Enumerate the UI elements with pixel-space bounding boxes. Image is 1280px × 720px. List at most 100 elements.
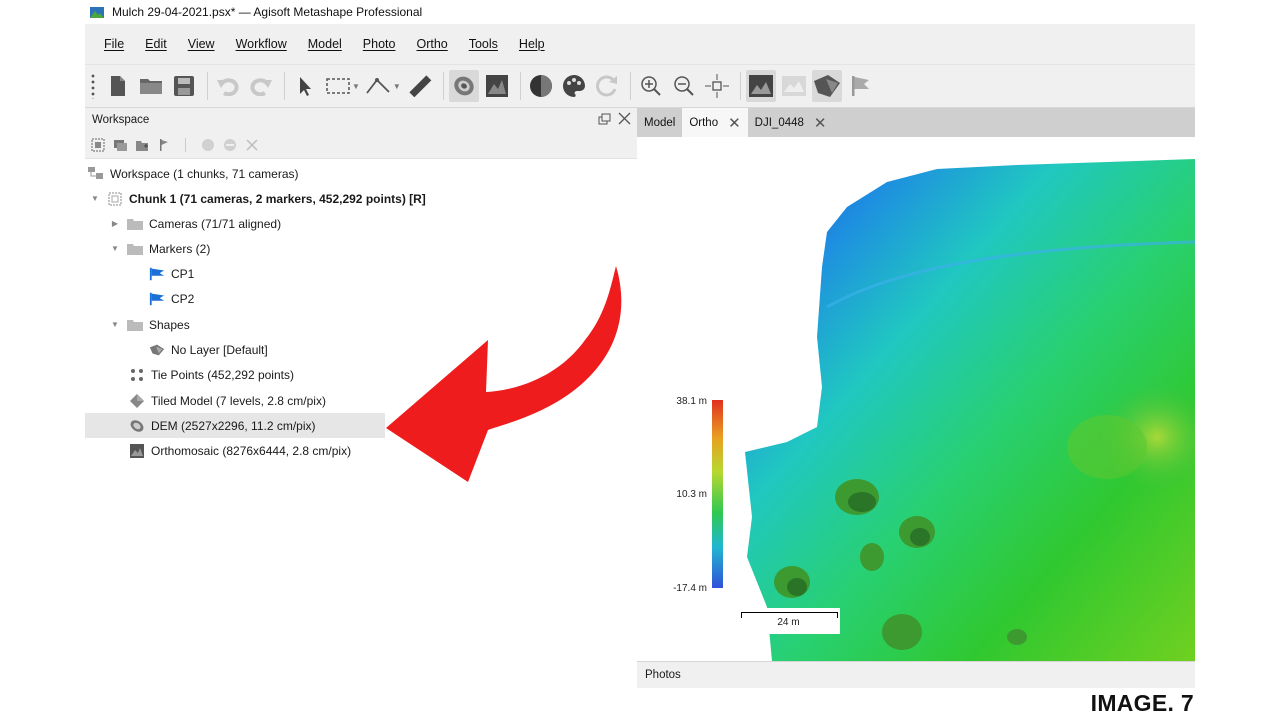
menu-help[interactable]: Help bbox=[519, 37, 545, 51]
workspace-icon bbox=[88, 167, 104, 181]
undo-button[interactable] bbox=[213, 70, 243, 102]
ruler-icon bbox=[409, 75, 432, 97]
chevron-down-icon[interactable]: ▼ bbox=[109, 244, 121, 253]
navigation-tool-button[interactable] bbox=[290, 70, 320, 102]
menu-ortho[interactable]: Ortho bbox=[416, 37, 447, 51]
menu-file[interactable]: File bbox=[104, 37, 124, 51]
float-panel-icon[interactable] bbox=[598, 112, 612, 128]
dropdown-arrow-icon[interactable]: ▼ bbox=[352, 82, 360, 91]
tree-label-cp1: CP1 bbox=[171, 266, 195, 281]
enable-icon[interactable] bbox=[201, 138, 215, 152]
tree-label-cp2: CP2 bbox=[171, 291, 195, 306]
color-correction-button[interactable] bbox=[559, 70, 589, 102]
fit-view-button[interactable] bbox=[702, 70, 732, 102]
show-seamlines-button[interactable] bbox=[779, 70, 809, 102]
tree-item-markers[interactable]: ▼ Markers (2) bbox=[109, 236, 210, 261]
tree-item-workspace[interactable]: Workspace (1 chunks, 71 cameras) bbox=[88, 161, 299, 186]
show-shapes-button[interactable] bbox=[811, 70, 842, 102]
tree-item-tiled-model[interactable]: Tiled Model (7 levels, 2.8 cm/pix) bbox=[129, 388, 326, 413]
add-folder-icon[interactable] bbox=[135, 138, 149, 152]
tab-ortho[interactable]: Ortho ✕ bbox=[682, 108, 748, 137]
tree-item-cp2[interactable]: CP2 bbox=[149, 286, 194, 311]
open-button[interactable] bbox=[136, 70, 166, 102]
flag-icon bbox=[851, 76, 869, 96]
tree-item-cp1[interactable]: CP1 bbox=[149, 261, 194, 286]
tree-item-cameras[interactable]: ▶ Cameras (71/71 aligned) bbox=[109, 211, 281, 236]
add-photos-icon[interactable] bbox=[113, 138, 127, 152]
show-orthomosaic-button[interactable] bbox=[482, 70, 512, 102]
close-tab-icon[interactable]: ✕ bbox=[814, 114, 827, 132]
tab-model[interactable]: Model bbox=[637, 108, 682, 137]
legend-mid-label: 10.3 m bbox=[676, 489, 707, 500]
toolbar-separator bbox=[739, 72, 741, 100]
workspace-panel-header: Workspace bbox=[85, 108, 637, 132]
menu-tools[interactable]: Tools bbox=[469, 37, 498, 51]
tree-item-no-layer[interactable]: No Layer [Default] bbox=[149, 337, 268, 362]
tree-label-tiled-model: Tiled Model (7 levels, 2.8 cm/pix) bbox=[151, 393, 326, 408]
draw-polyline-button[interactable] bbox=[364, 70, 394, 102]
orthomosaic-icon bbox=[129, 443, 145, 458]
tree-label-chunk: Chunk 1 (71 cameras, 2 markers, 452,292 … bbox=[129, 191, 426, 206]
close-panel-icon[interactable] bbox=[618, 112, 631, 128]
tree-item-tie-points[interactable]: Tie Points (452,292 points) bbox=[129, 362, 294, 387]
tiled-model-icon bbox=[129, 393, 145, 408]
toolbar-separator bbox=[179, 138, 193, 152]
menu-photo[interactable]: Photo bbox=[363, 37, 396, 51]
show-dem-button[interactable] bbox=[448, 70, 479, 102]
zoom-out-button[interactable] bbox=[669, 70, 699, 102]
tree-item-chunk[interactable]: ▼ Chunk 1 (71 cameras, 2 markers, 452,29… bbox=[89, 186, 426, 211]
photos-panel-tab[interactable]: Photos bbox=[637, 661, 1195, 688]
zoom-in-button[interactable] bbox=[636, 70, 666, 102]
show-image-button[interactable] bbox=[745, 70, 776, 102]
image-icon bbox=[748, 75, 773, 97]
menu-bar: File Edit View Workflow Model Photo Orth… bbox=[85, 24, 1195, 64]
menu-workflow[interactable]: Workflow bbox=[236, 37, 287, 51]
menu-view[interactable]: View bbox=[188, 37, 215, 51]
tree-label-no-layer: No Layer [Default] bbox=[171, 342, 268, 357]
cursor-arrow-icon bbox=[300, 77, 311, 96]
show-markers-button[interactable] bbox=[845, 70, 875, 102]
close-tab-icon[interactable]: ✕ bbox=[728, 114, 741, 132]
seamlines-icon bbox=[781, 76, 806, 96]
remove-icon[interactable] bbox=[245, 138, 259, 152]
menu-edit[interactable]: Edit bbox=[145, 37, 167, 51]
contrast-icon bbox=[529, 75, 552, 97]
ruler-button[interactable] bbox=[405, 70, 435, 102]
menu-model[interactable]: Model bbox=[308, 37, 342, 51]
toolbar-grip[interactable] bbox=[91, 73, 95, 99]
photos-panel-label: Photos bbox=[645, 669, 681, 681]
save-button[interactable] bbox=[169, 70, 199, 102]
window-title: Mulch 29-04-2021.psx* — Agisoft Metashap… bbox=[112, 5, 423, 19]
chevron-right-icon[interactable]: ▶ bbox=[109, 219, 121, 228]
reset-view-button[interactable] bbox=[592, 70, 622, 102]
add-chunk-icon[interactable] bbox=[91, 138, 105, 152]
dropdown-arrow-icon[interactable]: ▼ bbox=[393, 82, 401, 91]
legend-min-label: -17.4 m bbox=[673, 583, 707, 594]
tree-item-dem[interactable]: DEM (2527x2296, 11.2 cm/pix) bbox=[85, 413, 385, 438]
redo-icon bbox=[250, 78, 272, 96]
chevron-down-icon[interactable]: ▼ bbox=[89, 194, 101, 203]
disable-icon[interactable] bbox=[223, 138, 237, 152]
chevron-down-icon[interactable]: ▼ bbox=[109, 320, 121, 329]
tree-label-markers: Markers (2) bbox=[149, 241, 211, 256]
redo-button[interactable] bbox=[246, 70, 276, 102]
polyline-icon bbox=[366, 78, 390, 94]
metashape-app-icon bbox=[90, 6, 104, 18]
tree-item-shapes[interactable]: ▼ Shapes bbox=[109, 312, 190, 337]
rectangle-selection-button[interactable] bbox=[323, 70, 353, 102]
blue-flag-icon bbox=[149, 292, 165, 306]
main-toolbar: ▼ ▼ bbox=[85, 64, 1195, 108]
tree-item-orthomosaic[interactable]: Orthomosaic (8276x6444, 2.8 cm/pix) bbox=[129, 438, 351, 463]
orthomosaic-icon bbox=[485, 75, 508, 97]
brightness-contrast-button[interactable] bbox=[526, 70, 556, 102]
save-icon bbox=[174, 76, 194, 96]
folder-icon bbox=[127, 318, 143, 332]
fit-view-icon bbox=[704, 74, 729, 98]
add-marker-icon[interactable] bbox=[157, 138, 171, 152]
tree-label-orthomosaic: Orthomosaic (8276x6444, 2.8 cm/pix) bbox=[151, 443, 352, 458]
shapes-icon bbox=[813, 75, 840, 97]
tree-label-tie-points: Tie Points (452,292 points) bbox=[151, 367, 294, 382]
toolbar-separator bbox=[442, 72, 444, 100]
new-document-button[interactable] bbox=[103, 70, 133, 102]
tab-dji-0448[interactable]: DJI_0448 ✕ bbox=[748, 108, 834, 137]
